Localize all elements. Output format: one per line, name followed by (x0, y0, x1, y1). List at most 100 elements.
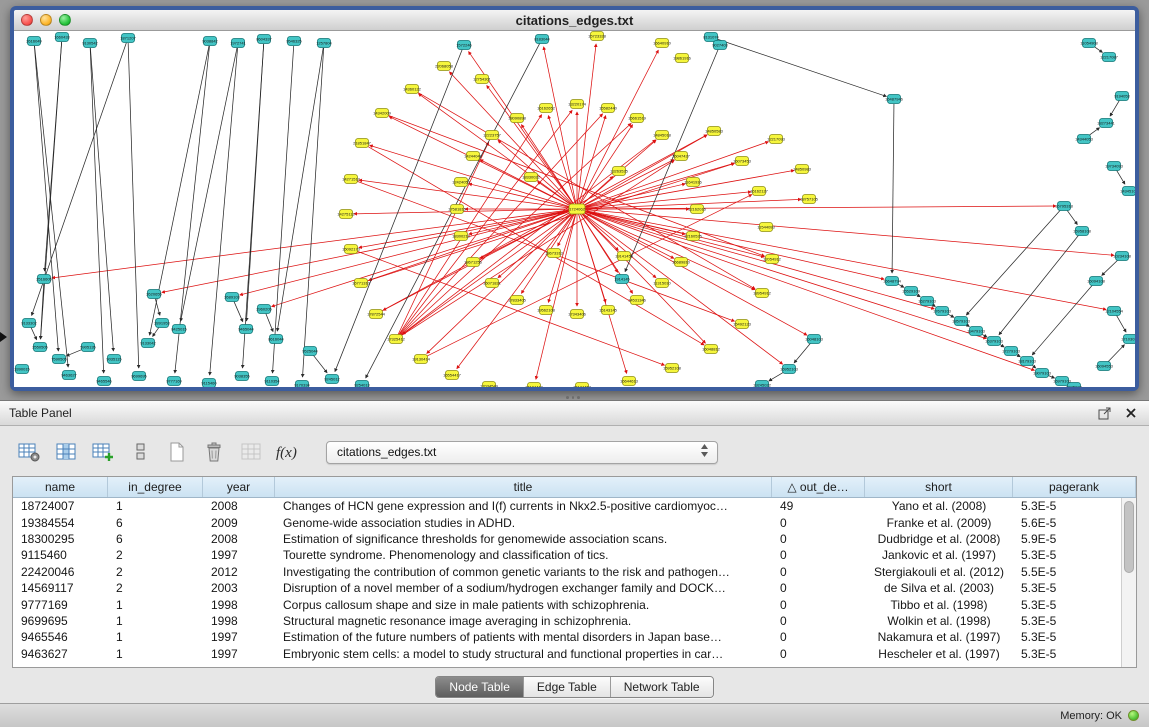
graph-node[interactable]: 16648794 (883, 277, 902, 286)
graph-node[interactable]: 16094553 (1095, 362, 1114, 371)
graph-node[interactable]: 9194053 (1114, 92, 1130, 101)
close-panel-icon[interactable] (1122, 404, 1140, 422)
graph-node[interactable]: 18671256 (464, 258, 483, 267)
graph-node[interactable]: 16048103 (805, 335, 824, 344)
graph-node[interactable]: 16771310 (352, 279, 371, 288)
graph-node[interactable]: 19141455 (615, 252, 634, 261)
graph-node[interactable]: 12162016 (688, 205, 707, 214)
graph-node[interactable]: 16162127 (750, 187, 769, 196)
graph-node[interactable]: 18090898 (508, 114, 527, 123)
column-header-out_de[interactable]: △ out_de… (772, 477, 865, 497)
graph-node[interactable]: 14345103 (1120, 187, 1135, 196)
graph-node[interactable]: 16644613 (620, 377, 639, 386)
graph-node[interactable]: 9170334 (294, 381, 310, 388)
graph-node[interactable]: 18757105 (800, 195, 819, 204)
graph-node[interactable]: 9133302 (21, 319, 37, 328)
new-document-icon[interactable] (162, 437, 192, 467)
graph-node[interactable]: 16379103 (985, 337, 1004, 346)
graph-node[interactable]: 16487946 (885, 95, 904, 104)
graph-node[interactable]: 9254013 (354, 381, 370, 388)
graph-node[interactable]: 9525044 (302, 347, 318, 356)
column-header-name[interactable]: name (13, 477, 108, 497)
graph-node[interactable]: 18273441 (1097, 119, 1116, 128)
graph-node[interactable]: 13220174 (568, 100, 587, 109)
graph-node[interactable]: 15958108 (1073, 227, 1092, 236)
graph-node[interactable]: 15143145 (599, 306, 618, 315)
graph-node[interactable]: 1972741 (230, 39, 246, 48)
graph-node[interactable]: 3390015 (14, 365, 30, 374)
graph-node[interactable]: 16047427 (672, 152, 691, 161)
graph-node[interactable]: 10234108 (1113, 252, 1132, 261)
graph-node[interactable]: 1724062 (569, 204, 586, 214)
graph-node[interactable]: 2620655 (146, 290, 162, 299)
graph-node[interactable]: 15952108 (663, 364, 682, 373)
graph-node[interactable]: 1871207 (120, 34, 136, 43)
graph-node[interactable]: 12054912 (763, 255, 782, 264)
graph-node[interactable]: 17679103 (933, 307, 952, 316)
graph-node[interactable]: 16048812 (702, 345, 721, 354)
graph-node[interactable]: 14344053 (1075, 135, 1094, 144)
graph-node[interactable]: 18673313 (545, 249, 564, 258)
graph-node[interactable]: 19245022 (753, 381, 772, 388)
graph-node[interactable]: 9245032 (1066, 383, 1082, 388)
network-canvas[interactable]: 2616049166043391305421871207903884219727… (14, 31, 1135, 387)
graph-node[interactable]: 9038842 (202, 37, 218, 46)
graph-node[interactable]: 19130414 (412, 355, 431, 364)
graph-node[interactable]: 16073453 (733, 157, 752, 166)
select-columns-icon[interactable] (51, 437, 81, 467)
graph-node[interactable]: 15092173 (342, 245, 361, 254)
graph-node[interactable]: 17343406 (568, 310, 587, 319)
delete-table-icon[interactable] (199, 437, 229, 467)
graph-node[interactable]: 2689103 (224, 293, 240, 302)
graph-node[interactable]: 9110354 (264, 377, 280, 386)
graph-node[interactable]: 9463627 (61, 371, 77, 380)
graph-node[interactable]: 22068058 (435, 62, 454, 71)
float-panel-icon[interactable] (1096, 404, 1114, 422)
table-scrollbar-thumb[interactable] (1124, 501, 1134, 573)
graph-node[interactable]: 12160525 (684, 232, 703, 241)
graph-node[interactable]: 2616049 (26, 37, 42, 46)
panel-collapse-arrow-icon[interactable] (0, 332, 7, 342)
graph-node[interactable]: 9245012 (324, 375, 340, 384)
graph-node[interactable]: 9038355 (234, 372, 250, 381)
graph-node[interactable]: 17872544 (367, 310, 386, 319)
table-row[interactable]: 1830029562008Estimation of significance … (13, 531, 1121, 547)
graph-node[interactable]: 18954912 (753, 289, 772, 298)
graph-node[interactable]: 14850583 (705, 127, 724, 136)
graph-node[interactable]: 17103034 (1121, 335, 1135, 344)
window-titlebar[interactable]: citations_edges.txt (14, 10, 1135, 31)
edit-columns-icon[interactable] (88, 437, 118, 467)
graph-node[interactable]: 12223757 (483, 131, 502, 140)
table-scrollbar[interactable] (1121, 498, 1136, 667)
graph-node[interactable]: 21851847 (353, 139, 372, 148)
graph-node[interactable]: 12217093 (767, 135, 786, 144)
graph-node[interactable]: 8616044 (268, 335, 284, 344)
graph-node[interactable]: 9699695 (131, 372, 147, 381)
graph-node[interactable]: 9465044 (238, 325, 254, 334)
tab-edge-table[interactable]: Edge Table (523, 677, 610, 697)
graph-node[interactable]: 16162652 (537, 104, 556, 113)
graph-node[interactable]: 11544093 (757, 223, 775, 232)
graph-node[interactable]: 14531346 (628, 296, 647, 305)
graph-node[interactable]: 15529109 (902, 287, 921, 296)
graph-node[interactable]: 16689810 (672, 258, 691, 267)
graph-node[interactable]: 18300212 (452, 232, 471, 241)
graph-node[interactable]: 12424053 (452, 178, 471, 187)
graph-node[interactable]: 19479103 (967, 327, 986, 336)
graph-node[interactable]: 1660433 (54, 33, 70, 42)
graph-node[interactable]: 17034549 (480, 382, 499, 388)
graph-node[interactable]: 18179103 (1018, 357, 1037, 366)
graph-node[interactable]: 15723328 (588, 32, 607, 41)
table-options-icon[interactable] (14, 437, 44, 467)
graph-node[interactable]: 9133042 (140, 339, 156, 348)
graph-node[interactable]: 14271512 (342, 175, 361, 184)
zoom-window-button[interactable] (59, 14, 71, 26)
function-builder-icon[interactable]: f(x) (273, 437, 303, 467)
close-window-button[interactable] (21, 14, 33, 26)
graph-node[interactable]: 17325412 (387, 335, 406, 344)
graph-node[interactable]: 17581815 (448, 205, 467, 214)
table-row[interactable]: 977716911998Corpus callosum shape and si… (13, 596, 1121, 612)
graph-node[interactable]: 14275112 (337, 210, 355, 219)
graph-node[interactable]: 9115460 (201, 379, 217, 388)
graph-node[interactable]: 11315010 (653, 279, 671, 288)
